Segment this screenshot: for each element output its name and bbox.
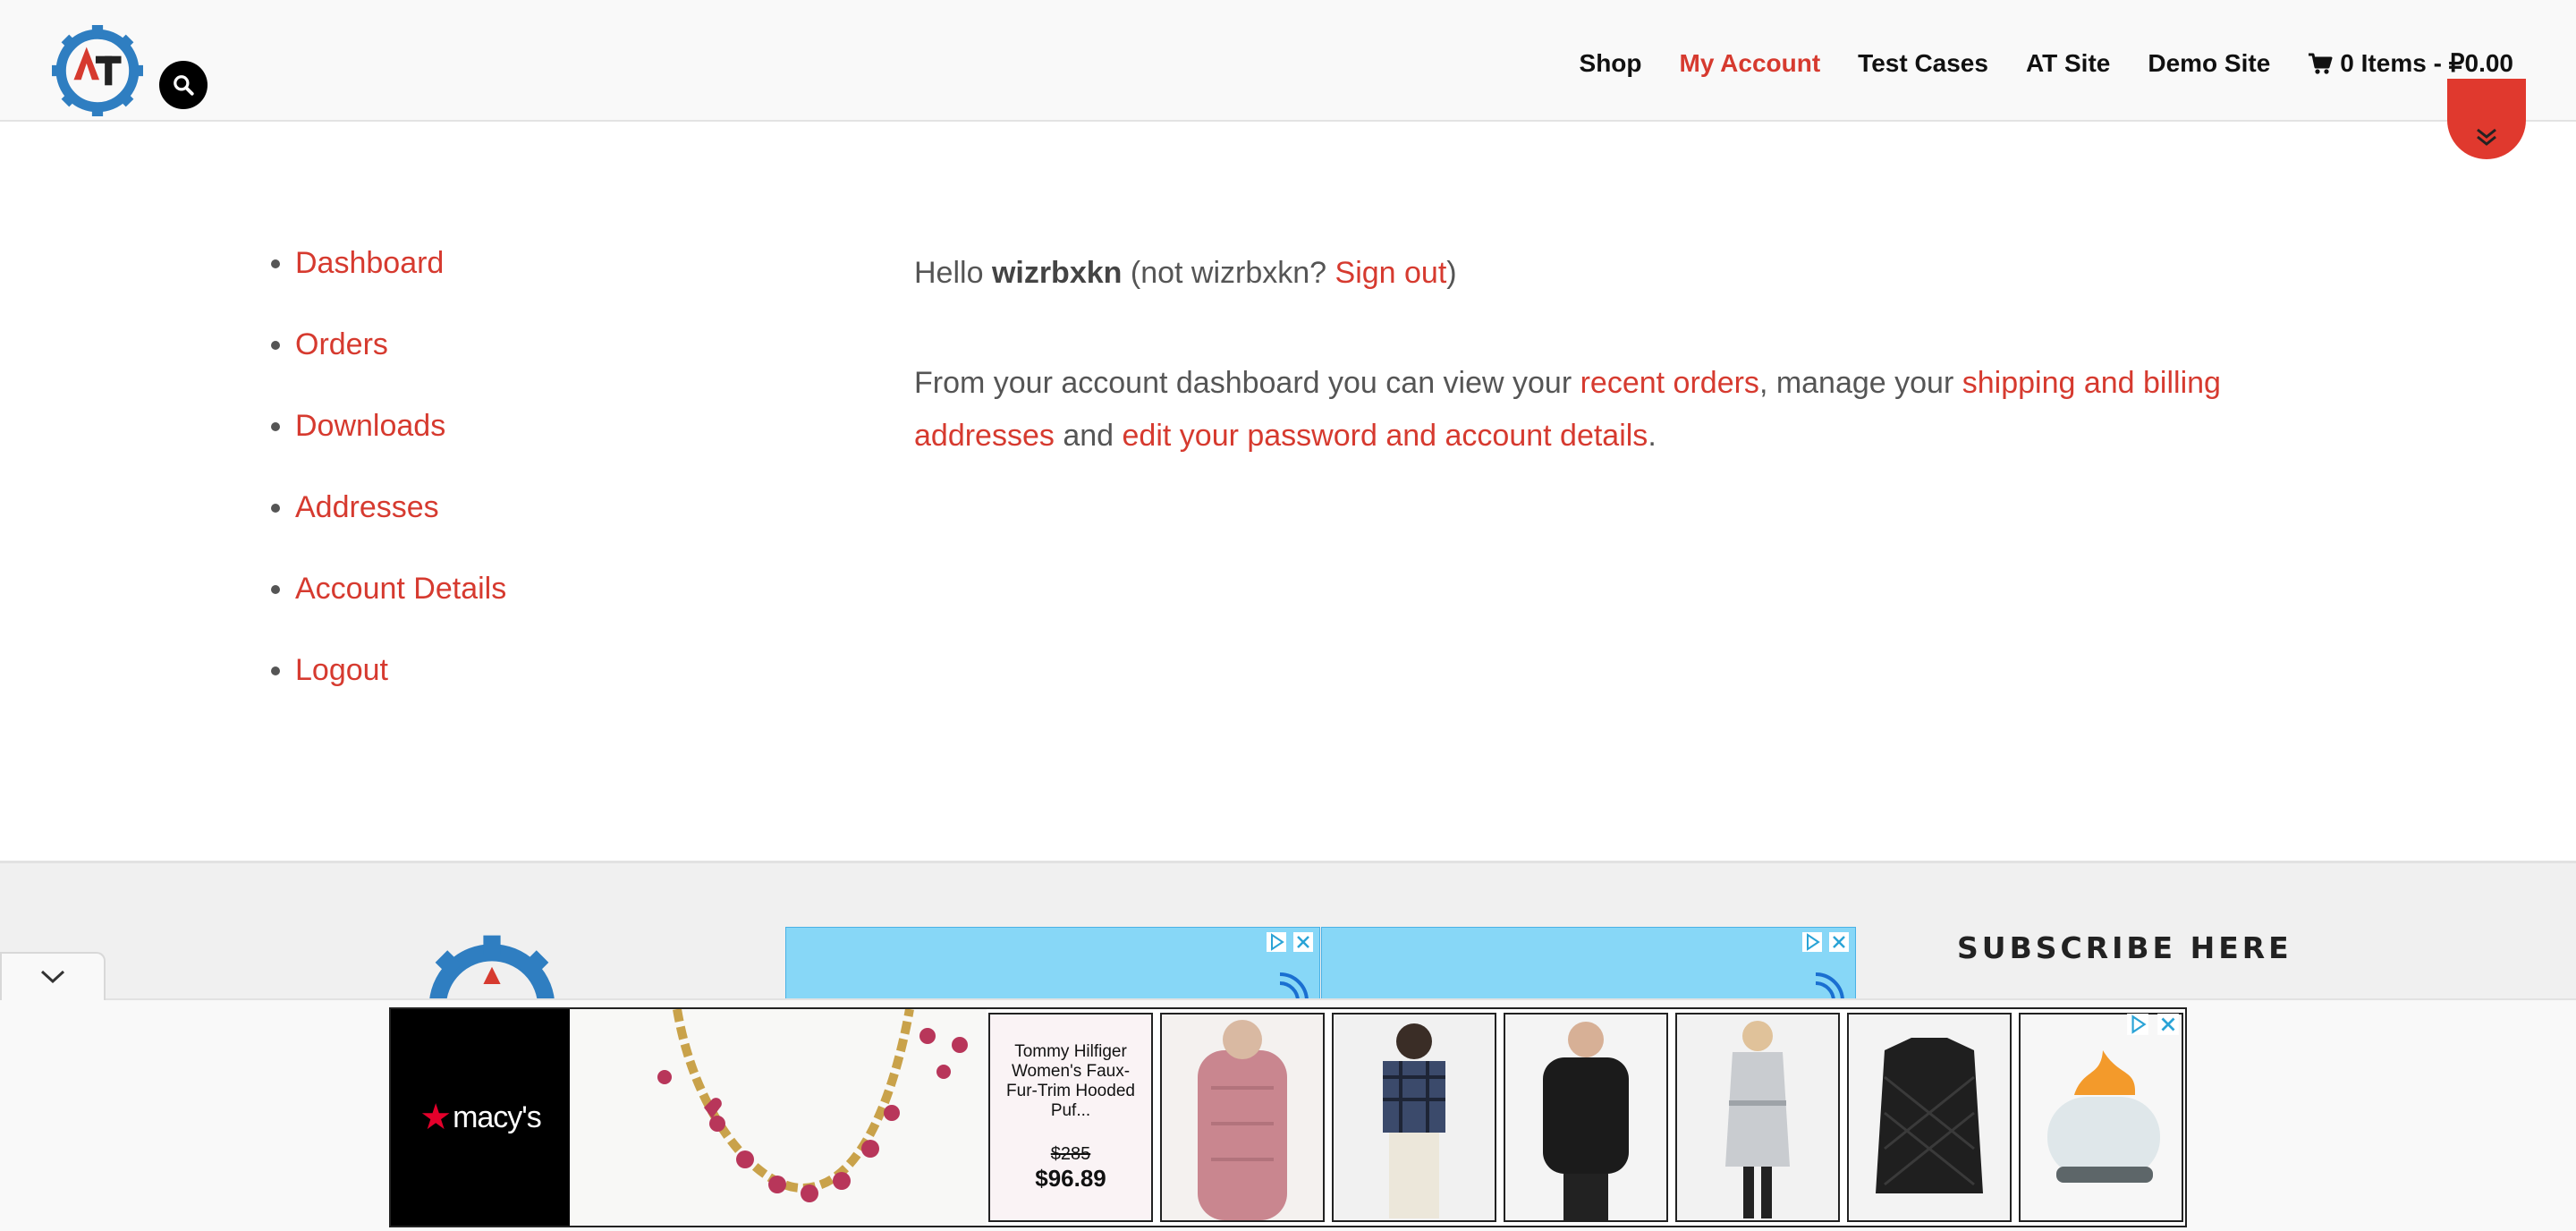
flame-diffuser-image xyxy=(2047,1050,2160,1183)
account-edit-link[interactable]: edit your password and account details xyxy=(1123,419,1648,453)
ad-product-tile-pink-puffer[interactable] xyxy=(1160,1013,1325,1222)
nav-cart[interactable]: 0 Items - ₽0.00 xyxy=(2308,48,2513,78)
product-info: Tommy Hilfiger Women's Faux-Fur-Trim Hoo… xyxy=(990,1015,1151,1220)
nav-demo-site[interactable]: Demo Site xyxy=(2148,49,2270,78)
addresses-link[interactable]: Addresses xyxy=(295,490,439,524)
ad-product-tile-plaid-shirt[interactable] xyxy=(1332,1013,1496,1222)
nav-shop[interactable]: Shop xyxy=(1580,49,1642,78)
orders-link[interactable]: Orders xyxy=(295,327,388,361)
adchoices-icon[interactable] xyxy=(1266,931,1287,953)
manage-text: , manage your xyxy=(1758,366,1954,400)
sign-out-link[interactable]: Sign out xyxy=(1335,256,1447,290)
close-icon[interactable] xyxy=(2157,1013,2180,1036)
period: . xyxy=(1648,419,1657,453)
search-button[interactable] xyxy=(159,61,208,109)
star-icon: ★ xyxy=(419,1098,452,1137)
macys-logo[interactable]: ★ macy's xyxy=(391,1009,570,1226)
close-icon[interactable] xyxy=(1292,931,1314,953)
collapse-ad-button[interactable] xyxy=(0,952,106,1000)
brand-name: macy's xyxy=(453,1099,542,1134)
ad-controls xyxy=(2126,1013,2180,1036)
footer-ad-right[interactable] xyxy=(1321,927,1856,1002)
product-name: Tommy Hilfiger Women's Faux-Fur-Trim Hoo… xyxy=(1006,1042,1135,1120)
nav-my-account[interactable]: My Account xyxy=(1680,49,1821,78)
close-icon[interactable] xyxy=(1828,931,1850,953)
grey-coat-image xyxy=(1725,1021,1790,1218)
dashboard-link[interactable]: Dashboard xyxy=(295,246,444,280)
account-details-link[interactable]: Account Details xyxy=(295,572,506,606)
close-paren: ) xyxy=(1446,256,1457,290)
ad-product-tile-puffer-red[interactable]: Tommy Hilfiger Women's Faux-Fur-Trim Hoo… xyxy=(988,1013,1153,1222)
account-nav-item-dashboard: Dashboard xyxy=(295,245,506,281)
account-navigation: Dashboard Orders Downloads Addresses Acc… xyxy=(259,245,506,734)
username: wizrbxkn xyxy=(991,256,1123,290)
and-text: and xyxy=(1063,419,1114,453)
footer-logo[interactable] xyxy=(394,927,590,1007)
nav-at-site[interactable]: AT Site xyxy=(2026,49,2110,78)
account-nav-item-orders: Orders xyxy=(295,327,506,362)
ad-product-tile-grey-coat[interactable] xyxy=(1675,1013,1840,1222)
main-nav: Shop My Account Test Cases AT Site Demo … xyxy=(1580,48,2513,78)
recent-orders-link[interactable]: recent orders xyxy=(1580,366,1759,400)
nav-test-cases[interactable]: Test Cases xyxy=(1858,49,1988,78)
site-header: Shop My Account Test Cases AT Site Demo … xyxy=(0,0,2576,122)
ad-product-tile-flame-diffuser[interactable] xyxy=(2019,1013,2183,1222)
cart-icon xyxy=(2309,53,2333,74)
ad-product-tile-black-puffer[interactable] xyxy=(1504,1013,1668,1222)
pink-puffer-image xyxy=(1198,1020,1287,1220)
footer-logo-graphic xyxy=(428,935,555,1007)
chevron-down-icon xyxy=(40,970,65,984)
greeting: Hello wizrbxkn (not wizrbxkn? Sign out) xyxy=(914,247,2238,300)
quilted-jacket-image xyxy=(1876,1038,1983,1193)
logout-link[interactable]: Logout xyxy=(295,653,388,687)
adchoices-icon[interactable] xyxy=(2126,1013,2149,1036)
footer-ad-left[interactable] xyxy=(785,927,1320,1002)
old-price: $285 xyxy=(1050,1144,1091,1164)
subscribe-heading: SUBSCRIBE HERE xyxy=(1957,930,2292,965)
plaid-shirt-image xyxy=(1383,1023,1445,1218)
search-icon xyxy=(174,75,194,96)
account-nav-item-downloads: Downloads xyxy=(295,408,506,444)
ad-image-necklace[interactable] xyxy=(570,1009,987,1226)
greeting-hello: Hello xyxy=(914,256,984,290)
not-user-text: (not wizrbxkn? xyxy=(1130,256,1327,290)
account-nav-item-addresses: Addresses xyxy=(295,489,506,525)
scroll-toggle-button[interactable] xyxy=(2447,79,2526,159)
necklace-image xyxy=(657,1009,968,1202)
ad-controls xyxy=(1801,931,1850,953)
macys-banner-ad[interactable]: ★ macy's Tommy Hilfiger Women's Faux-Fur-… xyxy=(389,1007,2187,1227)
ad-controls xyxy=(1266,931,1314,953)
account-nav-item-logout: Logout xyxy=(295,652,506,688)
site-logo[interactable] xyxy=(52,25,143,116)
cart-label: 0 Items - ₽0.00 xyxy=(2340,49,2513,77)
new-price: $96.89 xyxy=(1035,1165,1106,1192)
ad-product-tile-quilted-jacket[interactable] xyxy=(1847,1013,2012,1222)
dashboard-intro: From your account dashboard you can view… xyxy=(914,357,2238,463)
downloads-link[interactable]: Downloads xyxy=(295,409,445,443)
account-nav-item-account-details: Account Details xyxy=(295,571,506,607)
chevron-double-down-icon xyxy=(2477,128,2496,146)
dashboard-content: Hello wizrbxkn (not wizrbxkn? Sign out) … xyxy=(914,247,2238,463)
black-puffer-image xyxy=(1543,1022,1629,1220)
adchoices-icon[interactable] xyxy=(1801,931,1823,953)
intro-text: From your account dashboard you can view… xyxy=(914,366,1572,400)
